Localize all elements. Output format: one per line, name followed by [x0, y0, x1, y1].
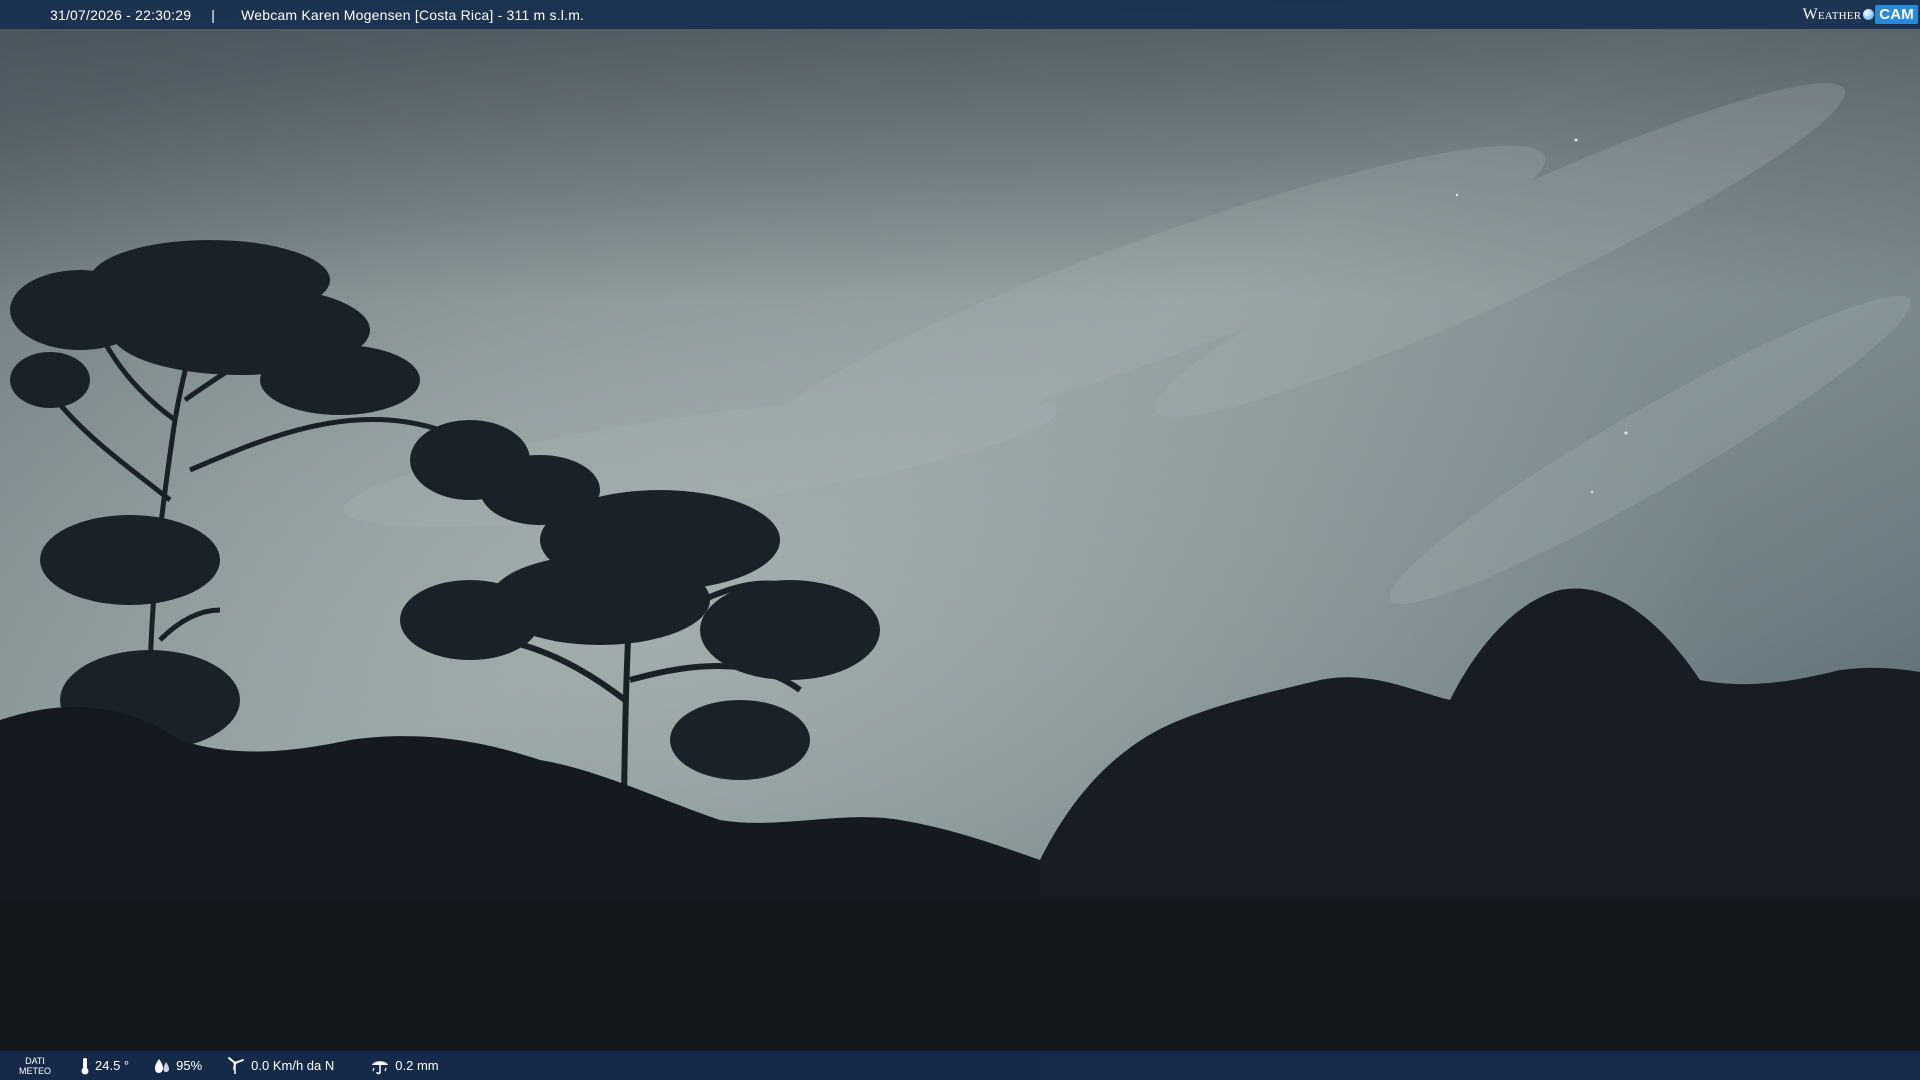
wind-icon [228, 1056, 245, 1074]
rain-icon [372, 1060, 389, 1074]
weathercam-logo: Weather CAM [1803, 3, 1918, 26]
wind-reading: 0.0 Km/h da N [226, 1056, 335, 1075]
header-separator: | [211, 6, 216, 23]
weather-data-bar: DATI METEO 24.5 ° 95% 0.0 Km/h da N 0.2 … [0, 1051, 1920, 1080]
humidity-icon [155, 1058, 170, 1073]
wind-value: 0.0 Km/h da N [251, 1058, 335, 1073]
thermometer-icon [81, 1057, 89, 1074]
logo-cam-text: CAM [1875, 5, 1918, 24]
rain-value: 0.2 mm [395, 1058, 439, 1073]
timestamp: 31/07/2026 - 22:30:29 [50, 6, 192, 23]
temperature-value: 24.5 ° [95, 1058, 130, 1073]
logo-weather-text: Weather [1802, 5, 1862, 23]
webcam-title: Webcam Karen Mogensen [Costa Rica] - 311… [241, 6, 585, 23]
weather-label: DATI METEO [10, 1056, 60, 1076]
weather-label-line1: DATI [25, 1055, 45, 1066]
temperature-reading: 24.5 ° [80, 1057, 129, 1075]
logo-dot-icon [1863, 9, 1875, 20]
webcam-header-bar: 31/07/2026 - 22:30:29 | Webcam Karen Mog… [0, 0, 1920, 29]
humidity-reading: 95% [153, 1058, 202, 1074]
webcam-image [0, 0, 1920, 1080]
weather-label-line2: METEO [18, 1065, 51, 1076]
rain-reading: 0.2 mm [370, 1057, 439, 1075]
webcam-frame: 31/07/2026 - 22:30:29 | Webcam Karen Mog… [0, 0, 1920, 1080]
humidity-value: 95% [176, 1058, 203, 1073]
